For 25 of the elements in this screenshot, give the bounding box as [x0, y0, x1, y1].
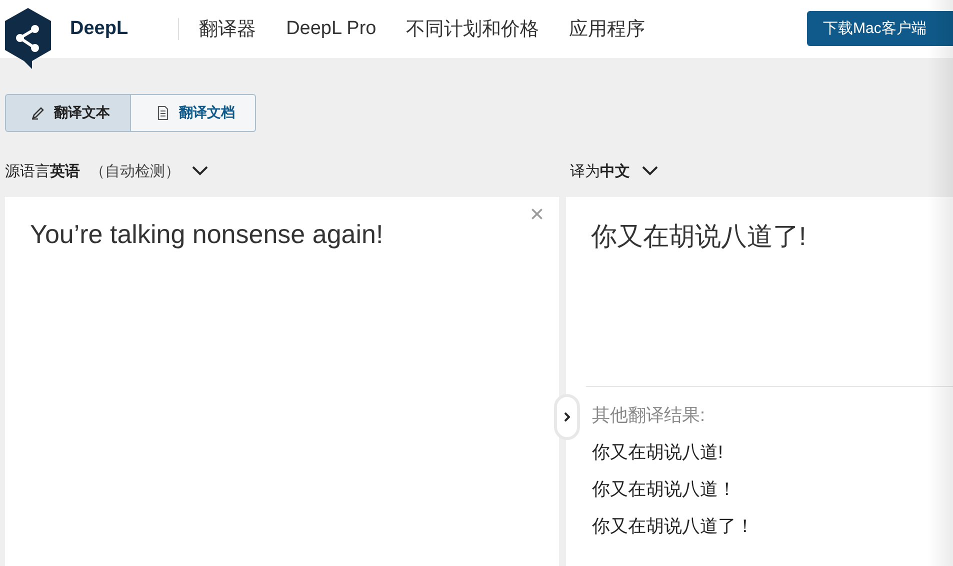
brand-name: DeepL	[70, 18, 128, 40]
alternatives-heading: 其他翻译结果:	[592, 404, 706, 427]
nav-link[interactable]: 应用程序	[569, 16, 646, 42]
chevron-right-icon	[564, 412, 570, 422]
chevron-down-icon[interactable]	[192, 166, 208, 176]
mode-tab[interactable]: 翻译文档	[131, 94, 256, 132]
close-icon[interactable]	[531, 208, 544, 220]
source-text: You’re talking nonsense again!	[30, 219, 384, 249]
alternative-translation[interactable]: 你又在胡说八道！	[592, 477, 927, 501]
mode-tab[interactable]: 翻译文本	[5, 94, 131, 132]
document-icon	[155, 105, 171, 121]
nav-link[interactable]: 翻译器	[199, 16, 256, 42]
alternative-translation[interactable]: 你又在胡说八道!	[592, 440, 927, 464]
chevron-down-icon[interactable]	[642, 166, 658, 176]
expand-toggle[interactable]	[554, 394, 580, 440]
download-button[interactable]: 下载Mac客户端	[807, 11, 953, 46]
source-text-area[interactable]: You’re talking nonsense again!	[5, 197, 560, 566]
translation-text: 你又在胡说八道了!	[591, 221, 806, 251]
nav-link[interactable]: DeepL Pro	[286, 18, 376, 40]
source-language-label[interactable]: 源语言英语	[5, 162, 80, 180]
target-language-label[interactable]: 译为中文	[570, 162, 630, 180]
detected-note: （自动检测）	[90, 162, 180, 180]
nav-link[interactable]: 不同计划和价格	[406, 16, 540, 42]
pen-icon	[30, 105, 46, 121]
alternative-translation[interactable]: 你又在胡说八道了！	[592, 514, 927, 538]
